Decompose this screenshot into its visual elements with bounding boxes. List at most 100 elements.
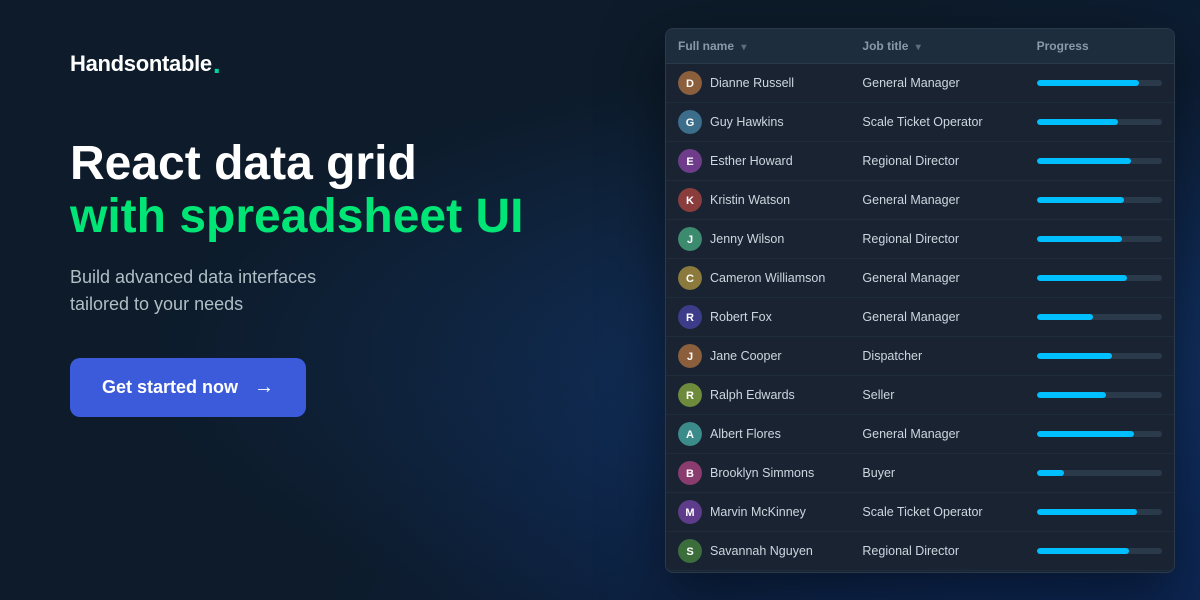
sort-icon-job: ▾ xyxy=(916,42,921,53)
progress-bar-fill xyxy=(1037,353,1112,359)
progress-bar-fill xyxy=(1037,431,1135,437)
cell-name: D Devon Lane xyxy=(666,570,850,573)
cell-job: Seller xyxy=(850,375,1024,414)
cell-name: C Cameron Williamson xyxy=(666,258,850,297)
grid-header-row: Full name ▾ Job title ▾ Progress xyxy=(666,29,1174,64)
cell-name: G Guy Hawkins xyxy=(666,102,850,141)
avatar: A xyxy=(678,422,702,446)
progress-bar-bg xyxy=(1037,80,1162,86)
table-row: K Kristin Watson General Manager xyxy=(666,180,1174,219)
svg-text:J: J xyxy=(687,351,693,363)
table-row: E Esther Howard Regional Director xyxy=(666,141,1174,180)
person-name: Savannah Nguyen xyxy=(710,544,813,558)
headline-line1: React data grid xyxy=(70,138,600,191)
progress-bar-fill xyxy=(1037,392,1106,398)
progress-bar-bg xyxy=(1037,119,1162,125)
avatar: G xyxy=(678,110,702,134)
progress-bar-fill xyxy=(1037,314,1093,320)
progress-bar-fill xyxy=(1037,158,1131,164)
subtext-line1: Build advanced data interfaces xyxy=(70,267,316,287)
table-row: D Devon Lane Driver xyxy=(666,570,1174,573)
col-header-progress: Progress xyxy=(1025,29,1174,64)
cell-progress xyxy=(1025,414,1174,453)
cell-name: J Jenny Wilson xyxy=(666,219,850,258)
cell-job: Buyer xyxy=(850,453,1024,492)
col-header-name[interactable]: Full name ▾ xyxy=(666,29,850,64)
person-name: Albert Flores xyxy=(710,427,781,441)
cell-job: Driver xyxy=(850,570,1024,573)
table-row: G Guy Hawkins Scale Ticket Operator xyxy=(666,102,1174,141)
avatar: R xyxy=(678,305,702,329)
get-started-button[interactable]: Get started now → xyxy=(70,358,306,417)
svg-text:R: R xyxy=(686,390,694,402)
cell-name: A Albert Flores xyxy=(666,414,850,453)
cell-job: General Manager xyxy=(850,258,1024,297)
cell-name: J Jane Cooper xyxy=(666,336,850,375)
cell-job: Scale Ticket Operator xyxy=(850,492,1024,531)
progress-bar-fill xyxy=(1037,509,1137,515)
progress-bar-bg xyxy=(1037,275,1162,281)
progress-bar-bg xyxy=(1037,431,1162,437)
table-row: M Marvin McKinney Scale Ticket Operator xyxy=(666,492,1174,531)
cell-job: Scale Ticket Operator xyxy=(850,102,1024,141)
cell-name: K Kristin Watson xyxy=(666,180,850,219)
person-name: Ralph Edwards xyxy=(710,388,795,402)
svg-text:S: S xyxy=(686,546,693,558)
person-name: Kristin Watson xyxy=(710,193,790,207)
person-name: Brooklyn Simmons xyxy=(710,466,814,480)
cell-job: Regional Director xyxy=(850,219,1024,258)
table-row: C Cameron Williamson General Manager xyxy=(666,258,1174,297)
avatar: B xyxy=(678,461,702,485)
sort-icon-name: ▾ xyxy=(741,42,746,53)
col-header-job[interactable]: Job title ▾ xyxy=(850,29,1024,64)
logo: Handsontable . xyxy=(70,50,600,78)
logo-dot: . xyxy=(213,50,221,78)
right-panel: Full name ▾ Job title ▾ Progress xyxy=(660,0,1200,600)
avatar: J xyxy=(678,344,702,368)
cell-progress xyxy=(1025,102,1174,141)
cell-job: General Manager xyxy=(850,297,1024,336)
arrow-icon: → xyxy=(254,376,274,399)
person-name: Robert Fox xyxy=(710,310,772,324)
cell-progress xyxy=(1025,258,1174,297)
person-name: Dianne Russell xyxy=(710,76,794,90)
headline: React data grid with spreadsheet UI xyxy=(70,138,600,244)
cell-progress xyxy=(1025,141,1174,180)
svg-text:M: M xyxy=(685,507,694,519)
table-row: J Jenny Wilson Regional Director xyxy=(666,219,1174,258)
cell-progress xyxy=(1025,180,1174,219)
subtext-line2: tailored to your needs xyxy=(70,294,243,314)
svg-text:B: B xyxy=(686,468,694,480)
cell-progress xyxy=(1025,531,1174,570)
progress-bar-bg xyxy=(1037,509,1162,515)
svg-text:C: C xyxy=(686,273,694,285)
table-row: B Brooklyn Simmons Buyer xyxy=(666,453,1174,492)
progress-bar-bg xyxy=(1037,470,1162,476)
table-row: A Albert Flores General Manager xyxy=(666,414,1174,453)
svg-text:G: G xyxy=(686,117,695,129)
progress-bar-fill xyxy=(1037,470,1065,476)
cell-name: M Marvin McKinney xyxy=(666,492,850,531)
cell-name: R Robert Fox xyxy=(666,297,850,336)
logo-text: Handsontable xyxy=(70,51,212,77)
avatar: D xyxy=(678,71,702,95)
cell-progress xyxy=(1025,297,1174,336)
progress-bar-fill xyxy=(1037,548,1130,554)
progress-bar-bg xyxy=(1037,236,1162,242)
cta-label: Get started now xyxy=(102,377,238,398)
svg-text:J: J xyxy=(687,234,693,246)
person-name: Jenny Wilson xyxy=(710,232,784,246)
avatar: C xyxy=(678,266,702,290)
progress-bar-fill xyxy=(1037,119,1118,125)
person-name: Jane Cooper xyxy=(710,349,782,363)
progress-bar-bg xyxy=(1037,158,1162,164)
progress-bar-fill xyxy=(1037,275,1127,281)
avatar: E xyxy=(678,149,702,173)
subtext: Build advanced data interfaces tailored … xyxy=(70,264,600,318)
cell-job: Regional Director xyxy=(850,141,1024,180)
table-row: R Robert Fox General Manager xyxy=(666,297,1174,336)
cell-job: Dispatcher xyxy=(850,336,1024,375)
avatar: R xyxy=(678,383,702,407)
cell-name: B Brooklyn Simmons xyxy=(666,453,850,492)
table-row: R Ralph Edwards Seller xyxy=(666,375,1174,414)
